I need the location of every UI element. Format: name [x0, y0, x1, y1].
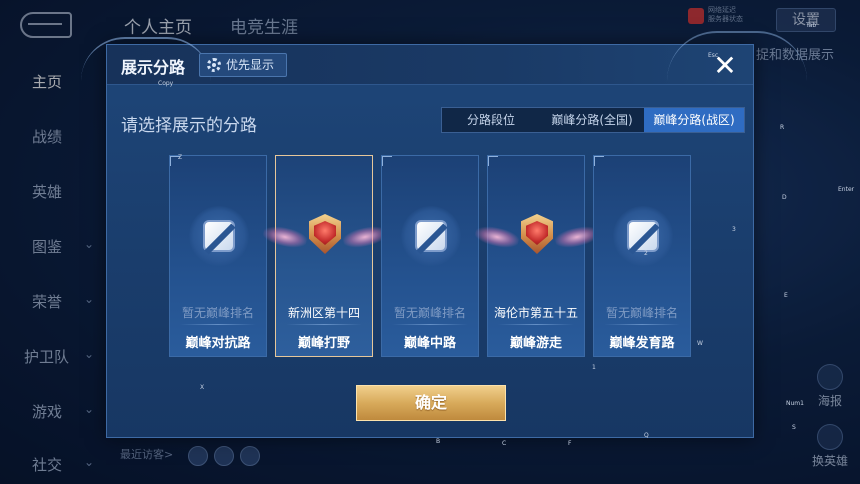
key-hint: E [784, 292, 788, 299]
lane-name: 巅峰对抗路 [185, 336, 251, 351]
dialog-title: 展示分路 [121, 58, 186, 77]
key-hint: Esc [708, 52, 719, 59]
key-hint: Copy [158, 80, 174, 87]
lane-rank-text: 暂无巅峰排名 [181, 306, 254, 320]
key-hint: Z [178, 154, 183, 161]
key-hint: Q [644, 432, 649, 439]
ranking-scope-tabs: 分路段位 巅峰分路(全国) 巅峰分路(战区) [441, 107, 745, 133]
key-hint: S [792, 424, 796, 431]
lane-rank-text: 暂无巅峰排名 [393, 306, 466, 320]
lane-card-clash[interactable]: 暂无巅峰排名 巅峰对抗路 [169, 155, 267, 357]
key-hint: W [697, 340, 703, 347]
key-hint: F [568, 440, 572, 447]
gear-icon [207, 58, 221, 72]
key-hint: Tab [806, 22, 817, 29]
key-hint: 3 [732, 226, 736, 233]
key-hint: R [780, 124, 785, 131]
lane-rank-text: 暂无巅峰排名 [605, 306, 678, 320]
lane-card-roam[interactable]: 海伦市第五十五 巅峰游走 [473, 155, 601, 357]
key-hint: 1 [592, 364, 596, 371]
tab-peak-region[interactable]: 巅峰分路(战区) [644, 108, 744, 132]
confirm-button[interactable]: 确定 [356, 385, 506, 421]
clash-lane-icon [189, 206, 249, 266]
key-hint: X [200, 384, 205, 391]
key-hint: Num1 [786, 400, 804, 407]
lane-card-jungle[interactable]: 新洲区第十四 巅峰打野 [261, 155, 389, 357]
lane-rank-text: 新洲区第十四 [287, 306, 360, 320]
roam-rank-badge-icon [473, 208, 601, 264]
priority-display-button[interactable]: 优先显示 [199, 53, 287, 77]
lane-name: 巅峰发育路 [609, 336, 675, 351]
tab-lane-tier[interactable]: 分路段位 [442, 108, 540, 132]
lane-name: 巅峰打野 [297, 336, 350, 351]
lane-name: 巅峰游走 [509, 336, 562, 351]
farm-lane-icon [613, 206, 673, 266]
lane-name: 巅峰中路 [403, 336, 456, 351]
key-hint: C [502, 440, 507, 447]
key-hint: D [782, 194, 787, 201]
dialog-header: 展示分路 优先显示 ✕ [81, 31, 807, 85]
lane-rank-text: 海伦市第五十五 [493, 306, 578, 320]
mid-lane-icon [401, 206, 461, 266]
key-hint: Enter [838, 186, 855, 193]
key-hint: 2 [644, 250, 648, 257]
lane-card-mid[interactable]: 暂无巅峰排名 巅峰中路 [381, 155, 479, 357]
jungle-rank-badge-icon [261, 208, 389, 264]
selection-prompt: 请选择展示的分路 [121, 116, 257, 136]
tab-peak-national[interactable]: 巅峰分路(全国) [540, 108, 644, 132]
key-hint: B [436, 438, 441, 445]
lane-card-farm[interactable]: 暂无巅峰排名 巅峰发育路 [593, 155, 691, 357]
lane-display-dialog: 展示分路 优先显示 ✕ 请选择展示的分路 分路段位 巅峰分路(全国) 巅峰分路(… [81, 31, 807, 438]
